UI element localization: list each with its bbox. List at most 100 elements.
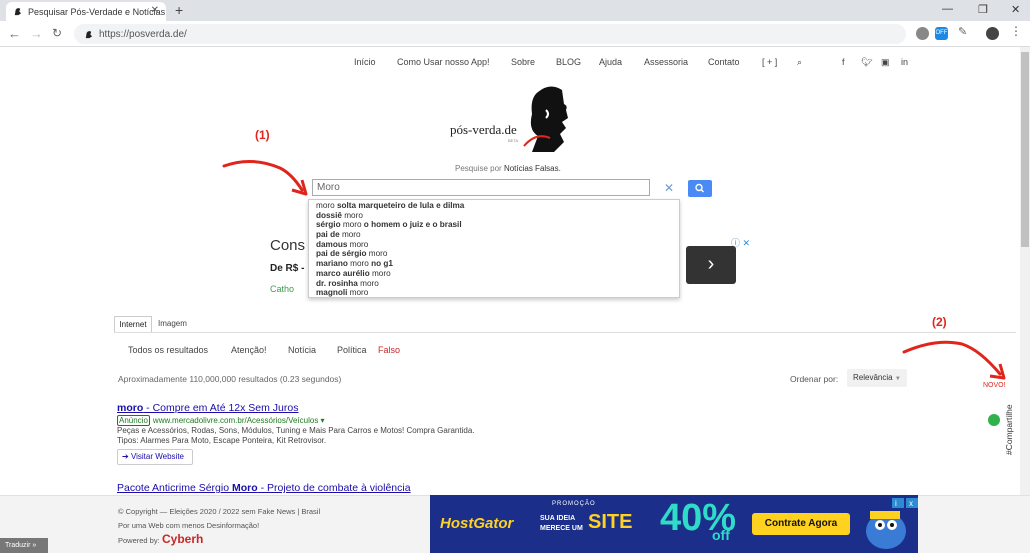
twitter-icon[interactable]: 🐦︎ xyxy=(861,57,872,68)
hostgator-off: off xyxy=(712,527,730,543)
window-minimize-button[interactable]: — xyxy=(942,3,953,15)
search-input[interactable]: Moro xyxy=(312,179,650,196)
clear-search-icon[interactable]: ✕ xyxy=(664,181,674,195)
translate-button[interactable]: Traduzir » xyxy=(0,538,48,553)
visit-label: Visitar Website xyxy=(130,452,184,461)
hostgator-ad[interactable]: HostGator PROMOÇÃO SUA IDEIA MERECE UM S… xyxy=(430,495,918,553)
filter-atencao[interactable]: Atenção! xyxy=(231,345,267,355)
profile-avatar[interactable] xyxy=(986,27,999,40)
gator-mascot-icon xyxy=(866,511,906,549)
result-1-bold: moro xyxy=(117,402,144,414)
nav-ajuda[interactable]: Ajuda xyxy=(599,57,622,67)
autocomplete-list: moro solta marqueteiro de lula e dilma do… xyxy=(308,199,680,298)
cyberh-logo[interactable]: Cyberh xyxy=(162,532,203,546)
result-count: Aproximadamente 110,000,000 resultados (… xyxy=(118,374,342,384)
result-title-1[interactable]: moro - Compre em Até 12x Sem Juros xyxy=(117,402,298,414)
linkedin-icon[interactable]: in xyxy=(901,57,908,67)
nav-assessoria[interactable]: Assessoria xyxy=(644,57,688,67)
ad-close-icon[interactable]: ix xyxy=(892,495,918,508)
hostgator-brand: HostGator xyxy=(440,515,514,532)
scrollbar-thumb[interactable] xyxy=(1021,52,1029,247)
filter-todos[interactable]: Todos os resultados xyxy=(128,345,208,355)
result-title-2[interactable]: Pacote Anticrime Sérgio Moro - Projeto d… xyxy=(117,482,411,494)
suggestion-item[interactable]: mariano moro no g1 xyxy=(309,259,679,269)
head-silhouette-logo xyxy=(523,86,568,152)
suggestion-part: damous xyxy=(316,239,350,249)
forward-icon[interactable]: → xyxy=(30,26,43,41)
nav-sobre[interactable]: Sobre xyxy=(511,57,535,67)
search-button[interactable] xyxy=(688,180,712,197)
instagram-icon[interactable]: ▣ xyxy=(881,57,890,68)
order-value: Relevância xyxy=(853,373,893,382)
new-tab-button[interactable]: + xyxy=(175,2,183,18)
suggestion-part: o homem o juiz e o brasil xyxy=(363,220,462,230)
order-label: Ordenar por: xyxy=(790,374,839,384)
suggestion-item[interactable]: magnoli moro xyxy=(309,288,679,298)
suggestion-part: no g1 xyxy=(371,259,393,269)
result-1-description: Peças e Acessórios, Rodas, Sons, Módulos… xyxy=(117,426,475,445)
suggestion-part: magnoli xyxy=(316,288,350,298)
tagline-prefix: Pesquise por xyxy=(455,164,502,173)
suggestion-part: pai de sérgio xyxy=(316,249,369,259)
search-icon[interactable]: ⌕ xyxy=(797,57,802,68)
suggestion-part: moro xyxy=(349,239,369,249)
logo-text: pós-verda.de xyxy=(450,122,517,137)
annotation-arrow-1 xyxy=(222,160,308,196)
url-field[interactable]: https://posverda.de/ xyxy=(74,24,906,44)
tab-internet[interactable]: Internet xyxy=(114,316,152,332)
reload-icon[interactable]: ↻ xyxy=(52,26,62,40)
ad-source[interactable]: Catho xyxy=(270,284,294,294)
eyedropper-icon[interactable]: ✎ xyxy=(958,25,971,38)
visit-website-button[interactable]: ➔ Visitar Website xyxy=(117,449,193,465)
promo-line2: MERECE UM xyxy=(540,525,583,532)
extension-off-icon[interactable]: OFF xyxy=(935,27,948,40)
hostgator-cta-button[interactable]: Contrate Agora xyxy=(752,513,850,535)
whatsapp-icon[interactable] xyxy=(988,414,1000,426)
arrow-right-icon: ➔ xyxy=(122,452,129,461)
tab-title: Pesquisar Pós-Verdade e Notícias xyxy=(28,6,166,17)
nav-inicio[interactable]: Início xyxy=(354,57,376,67)
suggestion-item[interactable]: marco aurélio moro xyxy=(309,269,679,279)
result-2-rest: - Projeto de combate à violência xyxy=(257,482,411,494)
suggestion-item[interactable]: pai de moro xyxy=(309,230,679,240)
suggestion-item[interactable]: damous moro xyxy=(309,240,679,250)
back-icon[interactable]: ← xyxy=(8,26,21,41)
filter-noticia[interactable]: Notícia xyxy=(288,345,316,355)
ad-title[interactable]: Cons xyxy=(270,237,305,254)
tab-imagem[interactable]: Imagem xyxy=(158,316,187,332)
tab-close-icon[interactable]: ✕ xyxy=(151,5,159,16)
site-logo[interactable]: pós-verda.de BETA xyxy=(450,84,570,154)
nav-more[interactable]: [ + ] xyxy=(762,57,777,67)
annotation-2: (2) xyxy=(932,315,947,329)
suggestion-part: moro xyxy=(371,268,391,278)
ad-next-button[interactable]: › xyxy=(686,246,736,284)
share-vertical-label[interactable]: #Compartilhe xyxy=(1004,395,1014,455)
filter-politica[interactable]: Política xyxy=(337,345,367,355)
result-1-url-text: www.mercadolivre.com.br/Acessórios/Veícu… xyxy=(152,416,325,425)
browser-tab[interactable]: Pesquisar Pós-Verdade e Notícias ✕ xyxy=(6,2,166,21)
suggestion-part: sérgio xyxy=(316,220,343,230)
extension-globe-icon[interactable] xyxy=(916,27,929,40)
result-2-pre: Pacote Anticrime Sérgio xyxy=(117,482,232,494)
nav-blog[interactable]: BLOG xyxy=(556,57,581,67)
suggestion-item[interactable]: moro solta marqueteiro de lula e dilma xyxy=(309,201,679,211)
suggestion-part: pai de xyxy=(316,230,342,240)
menu-dots-icon[interactable]: ⋮ xyxy=(1010,24,1023,38)
suggestion-item[interactable]: dr. rosinha moro xyxy=(309,279,679,289)
suggestion-part: marco aurélio xyxy=(316,268,372,278)
tabs-divider xyxy=(114,332,1016,333)
filter-falso[interactable]: Falso xyxy=(378,345,400,355)
share-label-text: #Compartilhe xyxy=(1004,404,1014,455)
suggestion-item[interactable]: pai de sérgio moro xyxy=(309,249,679,259)
window-close-button[interactable]: ✕ xyxy=(1011,3,1020,16)
suggestion-item[interactable]: dossiê moro xyxy=(309,211,679,221)
order-select[interactable]: Relevância ▼ xyxy=(847,369,907,387)
browser-tabbar: Pesquisar Pós-Verdade e Notícias ✕ + — ❐… xyxy=(0,0,1030,21)
window-restore-button[interactable]: ❐ xyxy=(978,3,988,16)
result-1-url[interactable]: Anúncio www.mercadolivre.com.br/Acessório… xyxy=(117,415,325,426)
facebook-icon[interactable]: f xyxy=(842,57,845,67)
suggestion-item[interactable]: sérgio moro o homem o juiz e o brasil xyxy=(309,220,679,230)
nav-contato[interactable]: Contato xyxy=(708,57,740,67)
nav-como-usar[interactable]: Como Usar nosso App! xyxy=(397,57,490,67)
magnifier-icon xyxy=(695,183,704,193)
